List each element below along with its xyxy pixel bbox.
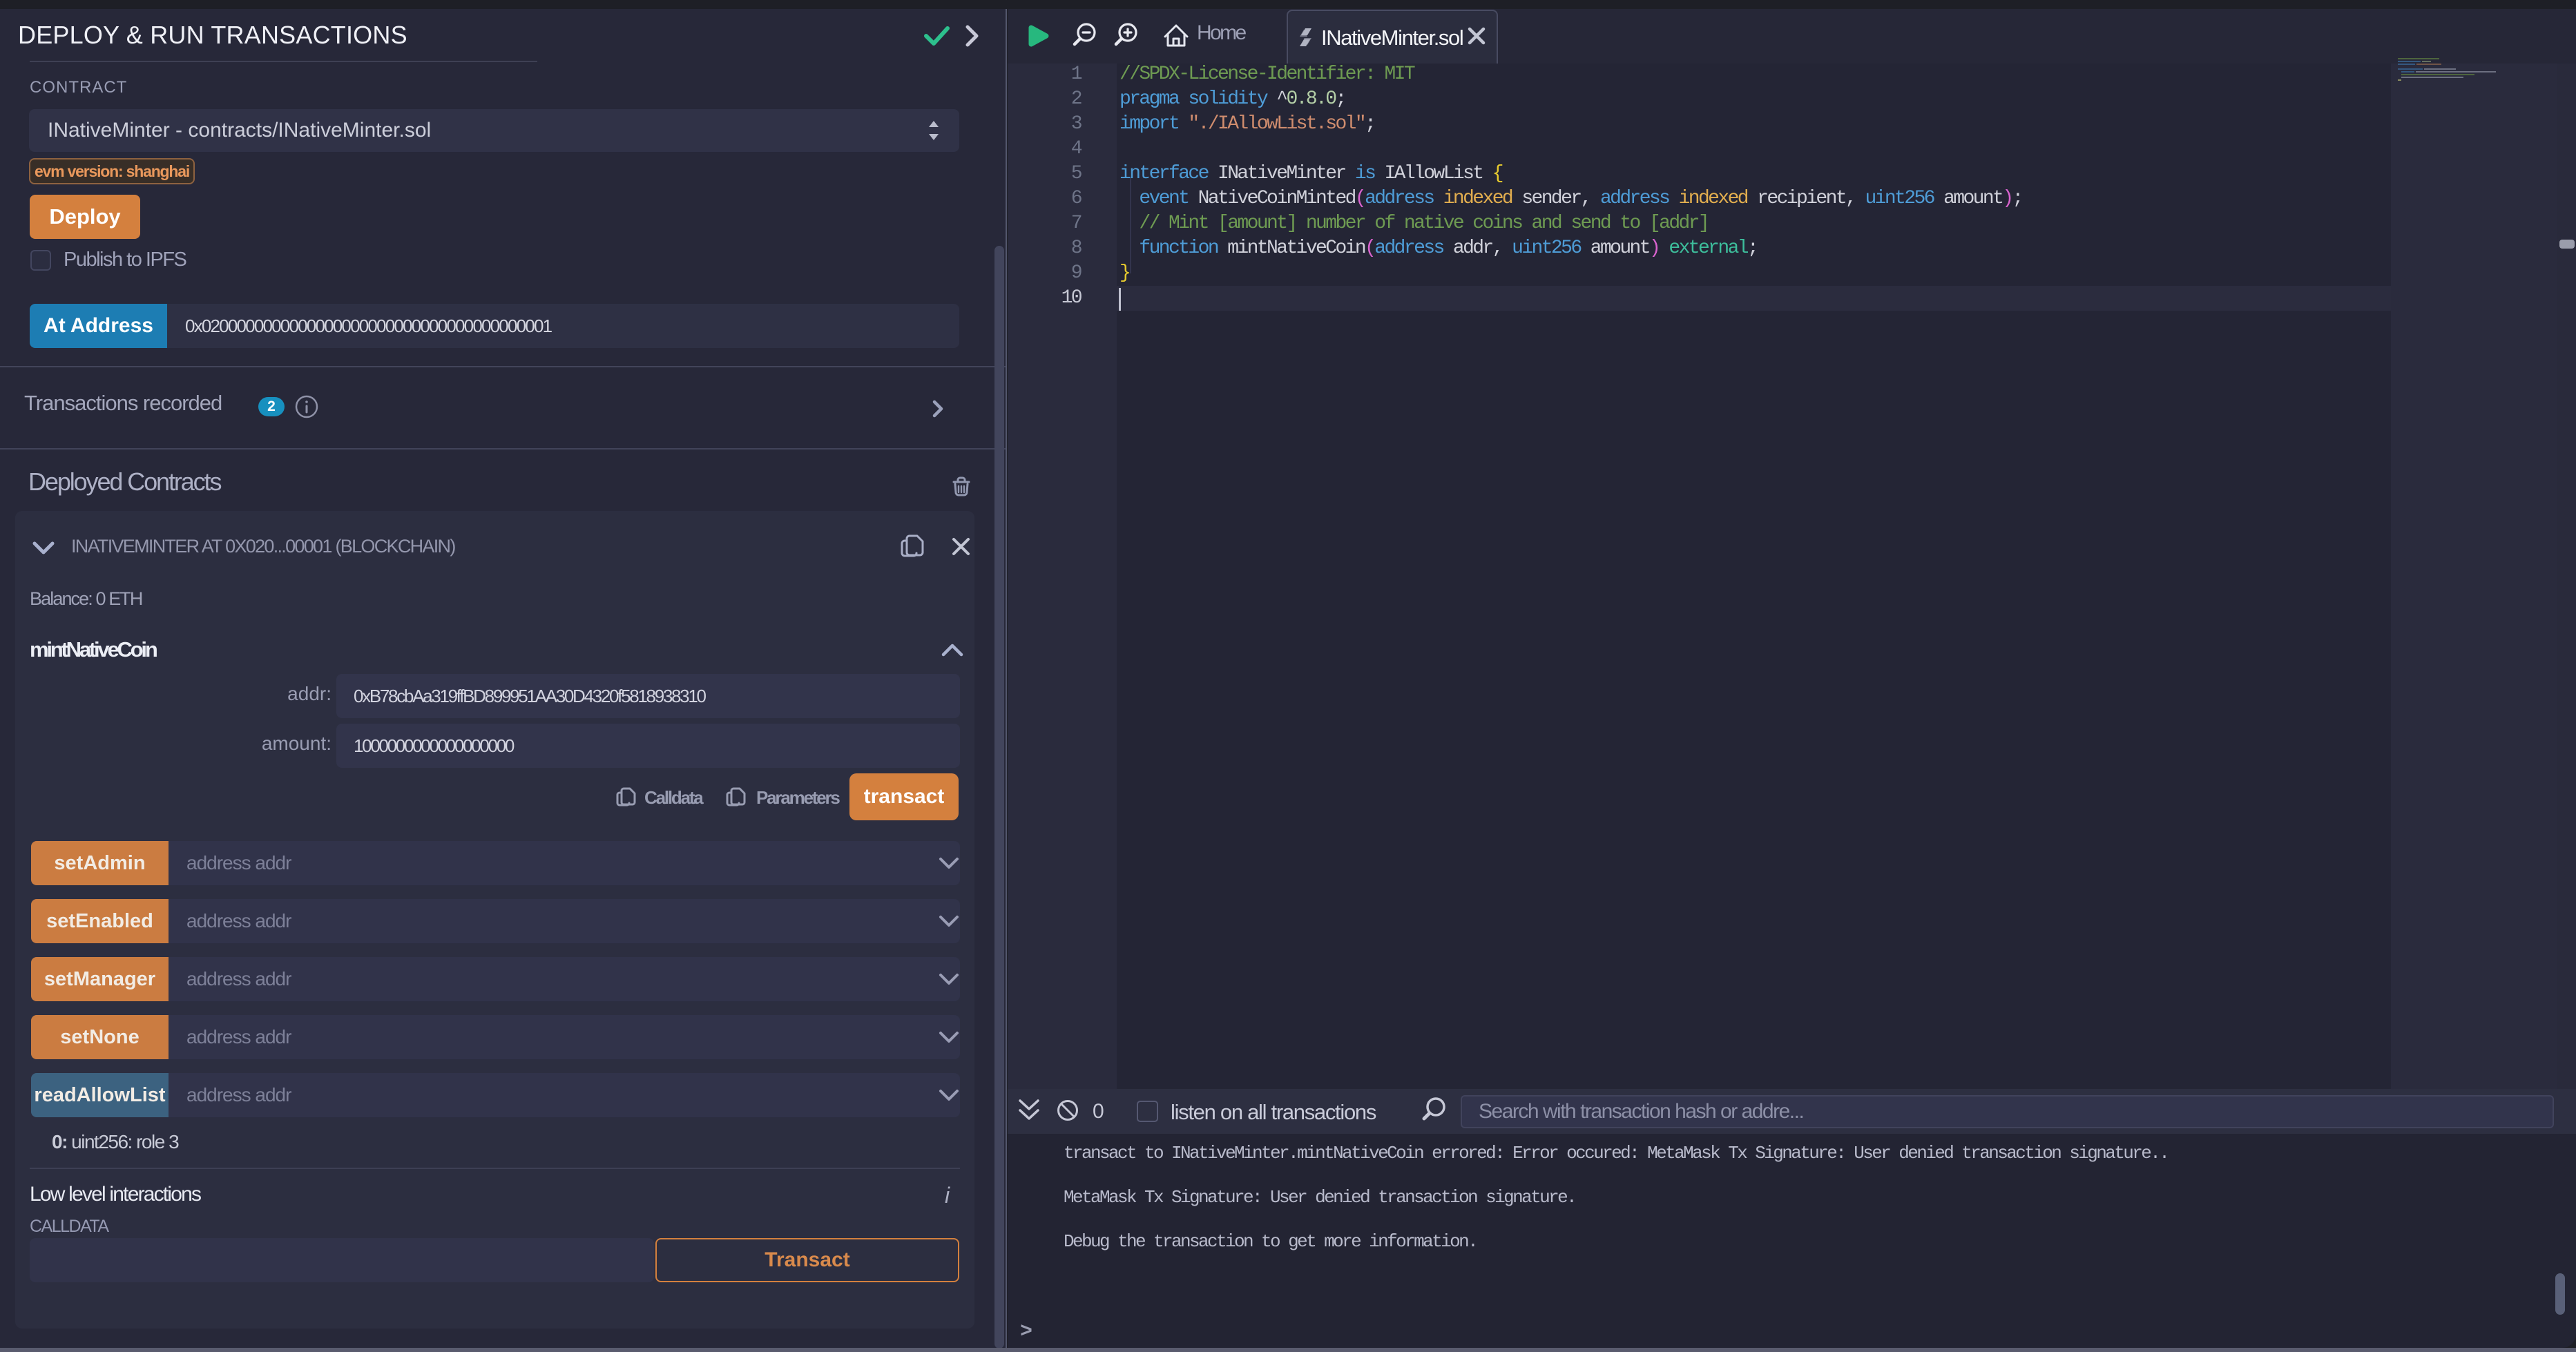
svg-text:i: i [945, 1183, 950, 1208]
